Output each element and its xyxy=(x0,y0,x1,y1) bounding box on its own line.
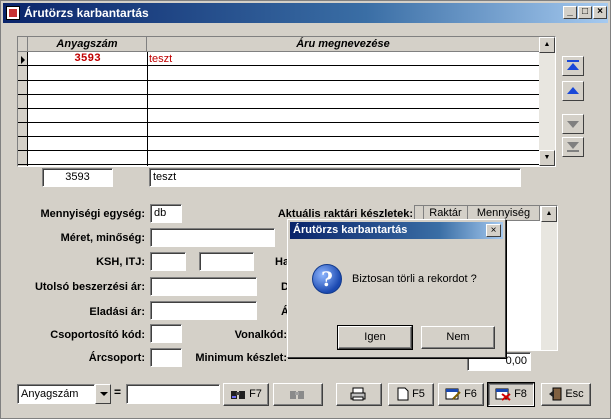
main-window: Árutörzs karbantartás _ □ × Anyagszám Ár… xyxy=(0,0,611,419)
new-record-f5-button[interactable]: F5 xyxy=(388,383,434,406)
next-record-button[interactable] xyxy=(562,114,584,134)
maximize-button[interactable]: □ xyxy=(578,6,592,19)
barcode-label: Vonalkód: xyxy=(234,329,287,341)
exit-door-icon xyxy=(549,387,562,401)
grid-header-code[interactable]: Anyagszám xyxy=(28,37,147,52)
last-purchase-price-label: Utolsó beszerzési ár: xyxy=(34,281,145,293)
edit-form-icon xyxy=(445,388,461,400)
title-bar: Árutörzs karbantartás _ □ × xyxy=(3,3,608,23)
dialog-close-button[interactable]: × xyxy=(486,224,501,237)
price-group-label: Árcsoport: xyxy=(88,352,145,364)
unit-field[interactable]: db xyxy=(150,204,182,223)
stock-scroll-up-button[interactable]: ▲ xyxy=(541,206,557,222)
group-code-label: Csoportosító kód: xyxy=(50,329,145,341)
delete-record-f8-button[interactable]: F8 xyxy=(487,382,535,407)
min-stock-label: Minimum készlet: xyxy=(195,352,287,364)
scroll-up-button[interactable]: ▲ xyxy=(539,37,555,53)
size-quality-label: Méret, minőség: xyxy=(60,232,145,244)
delete-record-icon xyxy=(495,388,511,401)
dialog-title: Árutörzs karbantartás xyxy=(290,222,503,239)
search-value-input[interactable] xyxy=(126,384,220,404)
f6-label: F6 xyxy=(464,388,477,400)
items-grid[interactable]: Anyagszám Áru megnevezése 3593 teszt ▲ ▼ xyxy=(17,36,556,167)
prev-record-icon xyxy=(567,87,579,94)
sale-price-label: Eladási ár: xyxy=(89,306,145,318)
table-row[interactable] xyxy=(18,81,540,95)
new-document-icon xyxy=(397,387,409,401)
ksh-itj-label: KSH, ITJ: xyxy=(96,256,145,268)
stock-scrollbar[interactable]: ▲ xyxy=(541,206,557,350)
equals-sign: = xyxy=(114,385,122,399)
grid-header-name[interactable]: Áru megnevezése xyxy=(147,37,540,52)
last-record-icon xyxy=(567,142,579,152)
last-record-button[interactable] xyxy=(562,137,584,157)
name-field[interactable]: teszt xyxy=(149,168,521,187)
scroll-down-button[interactable]: ▼ xyxy=(539,150,555,166)
question-icon: ? xyxy=(312,264,342,294)
grid-scrollbar[interactable]: ▲ ▼ xyxy=(539,37,555,166)
grid-cell-code[interactable]: 3593 xyxy=(30,53,145,66)
f8-label: F8 xyxy=(514,388,527,400)
window-title: Árutörzs karbantartás xyxy=(24,6,149,20)
search-next-button[interactable] xyxy=(273,383,323,406)
prev-record-button[interactable] xyxy=(562,81,584,101)
code-field[interactable]: 3593 xyxy=(42,168,113,187)
itj-field[interactable] xyxy=(199,252,254,271)
table-row[interactable] xyxy=(18,109,540,123)
table-row[interactable] xyxy=(18,137,540,151)
close-button[interactable]: × xyxy=(593,6,607,19)
table-row[interactable] xyxy=(18,151,540,165)
grid-column-divider xyxy=(147,52,148,166)
exit-esc-button[interactable]: Esc xyxy=(541,383,591,406)
edit-record-f6-button[interactable]: F6 xyxy=(438,383,484,406)
unit-label: Mennyiségi egység: xyxy=(40,208,145,220)
first-record-button[interactable] xyxy=(562,56,584,76)
chevron-down-icon[interactable] xyxy=(95,384,111,404)
next-record-icon xyxy=(567,121,579,128)
app-icon xyxy=(6,6,20,20)
binoculars-icon xyxy=(231,390,246,399)
first-record-icon xyxy=(567,60,579,70)
table-row[interactable] xyxy=(18,67,540,81)
search-field-value[interactable]: Anyagszám xyxy=(17,384,95,404)
minimize-button[interactable]: _ xyxy=(563,6,577,19)
size-quality-field[interactable] xyxy=(150,228,275,247)
grid-corner xyxy=(18,37,28,52)
binoculars-disabled-icon xyxy=(289,390,304,399)
yes-button[interactable]: Igen xyxy=(337,325,413,350)
confirm-delete-dialog: Árutörzs karbantartás × ? Biztosan törli… xyxy=(287,219,506,358)
table-row[interactable] xyxy=(18,95,540,109)
search-field-select[interactable]: Anyagszám xyxy=(17,384,111,404)
sale-price-field[interactable] xyxy=(150,301,257,320)
grid-cell-name[interactable]: teszt xyxy=(149,53,449,66)
table-row[interactable] xyxy=(18,123,540,137)
last-purchase-price-field[interactable] xyxy=(150,277,257,296)
price-group-field[interactable] xyxy=(150,348,182,367)
esc-label: Esc xyxy=(565,388,584,400)
dialog-message: Biztosan törli a rekordot ? xyxy=(352,273,477,285)
ksh-field[interactable] xyxy=(150,252,186,271)
search-f7-button[interactable]: F7 xyxy=(223,383,269,406)
f5-label: F5 xyxy=(412,388,425,400)
f7-label: F7 xyxy=(249,388,262,400)
no-button[interactable]: Nem xyxy=(421,326,495,349)
printer-icon xyxy=(350,387,365,401)
group-code-field[interactable] xyxy=(150,324,182,343)
print-button[interactable] xyxy=(336,383,382,406)
